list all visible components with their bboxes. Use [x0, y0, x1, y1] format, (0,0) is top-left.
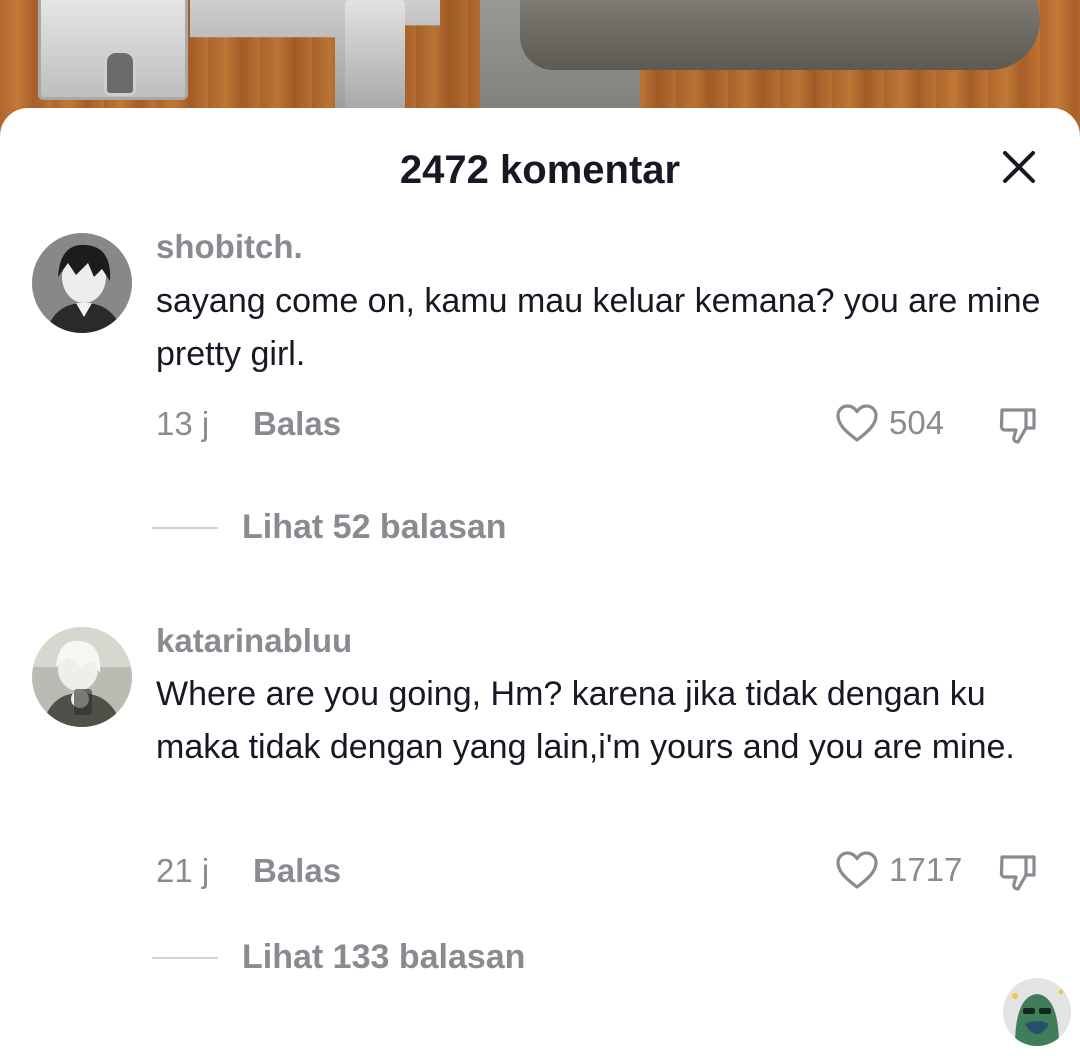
dislike-button[interactable] — [996, 851, 1040, 895]
thumbs-down-icon — [999, 408, 1036, 444]
comment-username[interactable]: shobitch. — [156, 228, 303, 266]
like-count: 504 — [889, 404, 945, 441]
thumbs-down-icon — [999, 855, 1036, 891]
view-replies-label: Lihat 133 balasan — [242, 938, 526, 976]
comment-text: Where are you going, Hm? karena jika tid… — [156, 675, 1015, 766]
comment-text: sayang come on, kamu mau keluar kemana? … — [156, 282, 1041, 373]
like-button[interactable]: 1717 — [835, 850, 962, 890]
divider — [152, 956, 218, 959]
view-replies-button[interactable]: Lihat 133 balasan — [152, 938, 525, 977]
view-replies-button[interactable]: Lihat 52 balasan — [152, 508, 507, 547]
view-replies-label: Lihat 52 balasan — [242, 508, 507, 546]
heart-icon — [836, 404, 878, 442]
close-icon — [1003, 151, 1035, 183]
avatar[interactable] — [32, 627, 132, 727]
close-button[interactable] — [996, 144, 1042, 190]
like-count: 1717 — [889, 851, 963, 888]
heart-icon — [836, 851, 878, 889]
divider — [152, 526, 218, 529]
dislike-button[interactable] — [996, 404, 1040, 448]
comment-count-title: 2472 komentar — [399, 148, 681, 192]
comment-timestamp: 13 j — [156, 405, 210, 442]
sticker-avatar[interactable] — [1003, 978, 1071, 1046]
comment-timestamp: 21 j — [156, 852, 210, 889]
like-button[interactable]: 504 — [835, 403, 944, 443]
sticker-avatar-image — [1003, 978, 1071, 1046]
reply-button[interactable]: Balas — [253, 852, 341, 890]
reply-button[interactable]: Balas — [253, 405, 341, 443]
avatar[interactable] — [32, 233, 132, 333]
comment-username[interactable]: katarinabluu — [156, 622, 352, 660]
